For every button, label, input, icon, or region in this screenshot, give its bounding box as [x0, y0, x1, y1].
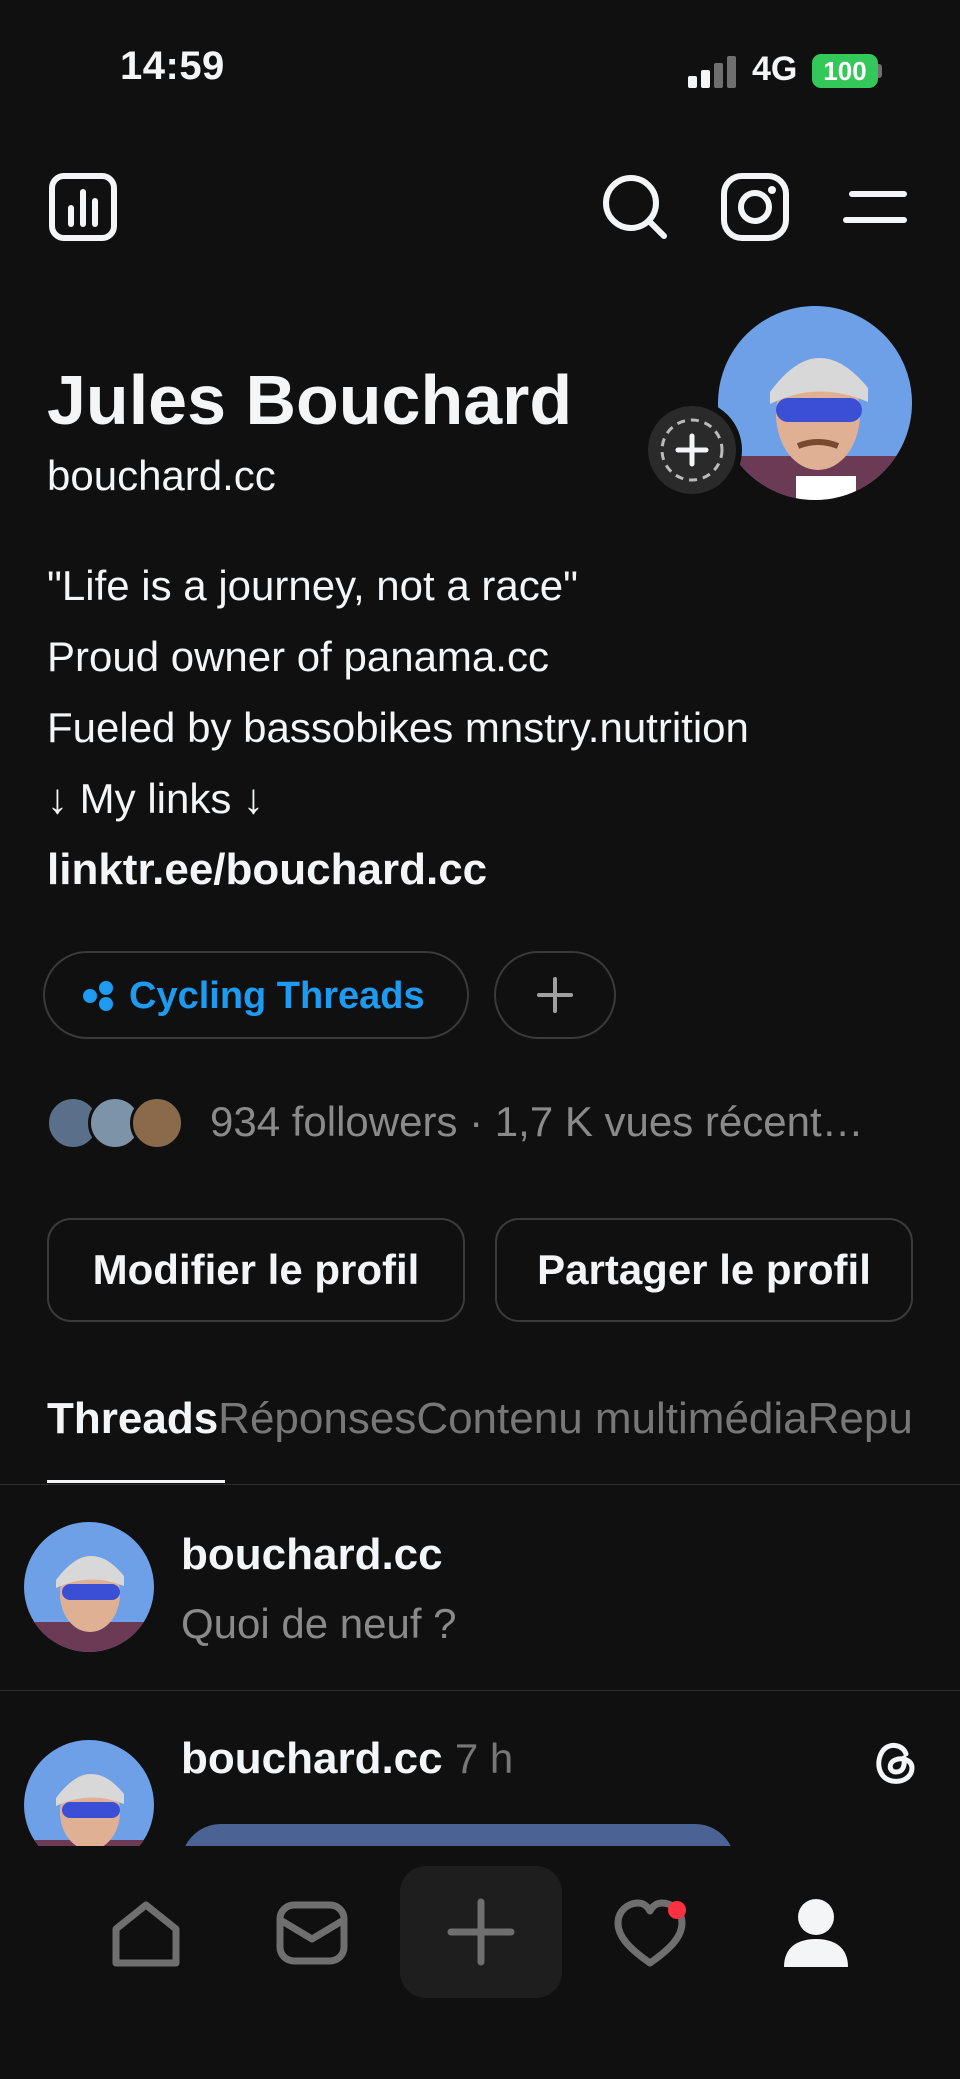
bio-line: Fueled by bassobikes mnstry.nutrition [47, 704, 749, 751]
compose-button[interactable] [400, 1866, 562, 1998]
plus-icon [447, 1898, 515, 1966]
home-icon[interactable] [106, 1893, 186, 1973]
profile-handle: bouchard.cc [47, 452, 276, 499]
battery-indicator: 100 [812, 54, 878, 88]
signal-icon [688, 56, 736, 88]
threads-icon[interactable] [868, 1734, 924, 1790]
community-chip[interactable]: Cycling Threads [43, 951, 469, 1039]
tab-replies[interactable]: Réponses [218, 1394, 416, 1444]
active-tab-indicator [47, 1480, 225, 1483]
avatar [24, 1522, 154, 1652]
profile-icon[interactable] [776, 1893, 856, 1973]
compose-input[interactable]: Quoi de neuf ? [181, 1600, 457, 1648]
battery-nub [878, 64, 882, 78]
post-username-text[interactable]: bouchard.cc [181, 1734, 443, 1783]
divider [0, 1690, 960, 1691]
profile-tabs: Threads Réponses Contenu multimédia Repu [47, 1394, 913, 1444]
post-time: 7 h [454, 1735, 514, 1782]
profile-name: Jules Bouchard [47, 361, 573, 439]
bio-link[interactable]: linktr.ee/bouchard.cc [47, 845, 487, 895]
instagram-icon[interactable] [720, 172, 790, 242]
messages-icon[interactable] [272, 1893, 352, 1973]
tab-media[interactable]: Contenu multimédia [416, 1394, 807, 1444]
bio-line: ↓ My links ↓ [47, 775, 265, 822]
divider [0, 1484, 960, 1485]
post-username: bouchard.cc 7 h [181, 1734, 513, 1784]
bio-line: "Life is a journey, not a race" [47, 562, 578, 609]
edit-profile-button[interactable]: Modifier le profil [47, 1218, 465, 1322]
add-story-button[interactable] [642, 400, 742, 500]
tab-reposts[interactable]: Repu [808, 1394, 913, 1444]
avatar[interactable] [718, 306, 912, 500]
bio-line: Proud owner of panama.cc [47, 633, 549, 680]
plus-icon [537, 977, 573, 1013]
share-profile-button[interactable]: Partager le profil [495, 1218, 913, 1322]
community-chip-label: Cycling Threads [129, 975, 425, 1017]
community-icon [83, 981, 113, 1011]
search-icon[interactable] [600, 172, 670, 242]
menu-icon[interactable] [840, 172, 910, 242]
status-time: 14:59 [120, 44, 225, 88]
add-community-button[interactable] [494, 951, 616, 1039]
network-label: 4G [752, 50, 798, 88]
notification-dot [668, 1901, 686, 1919]
insights-icon[interactable] [48, 172, 118, 242]
tab-threads[interactable]: Threads [47, 1394, 218, 1444]
follower-avatar [130, 1096, 184, 1150]
followers-count[interactable]: 934 followers · 1,7 K vues récent… [210, 1098, 910, 1146]
compose-username: bouchard.cc [181, 1530, 443, 1579]
